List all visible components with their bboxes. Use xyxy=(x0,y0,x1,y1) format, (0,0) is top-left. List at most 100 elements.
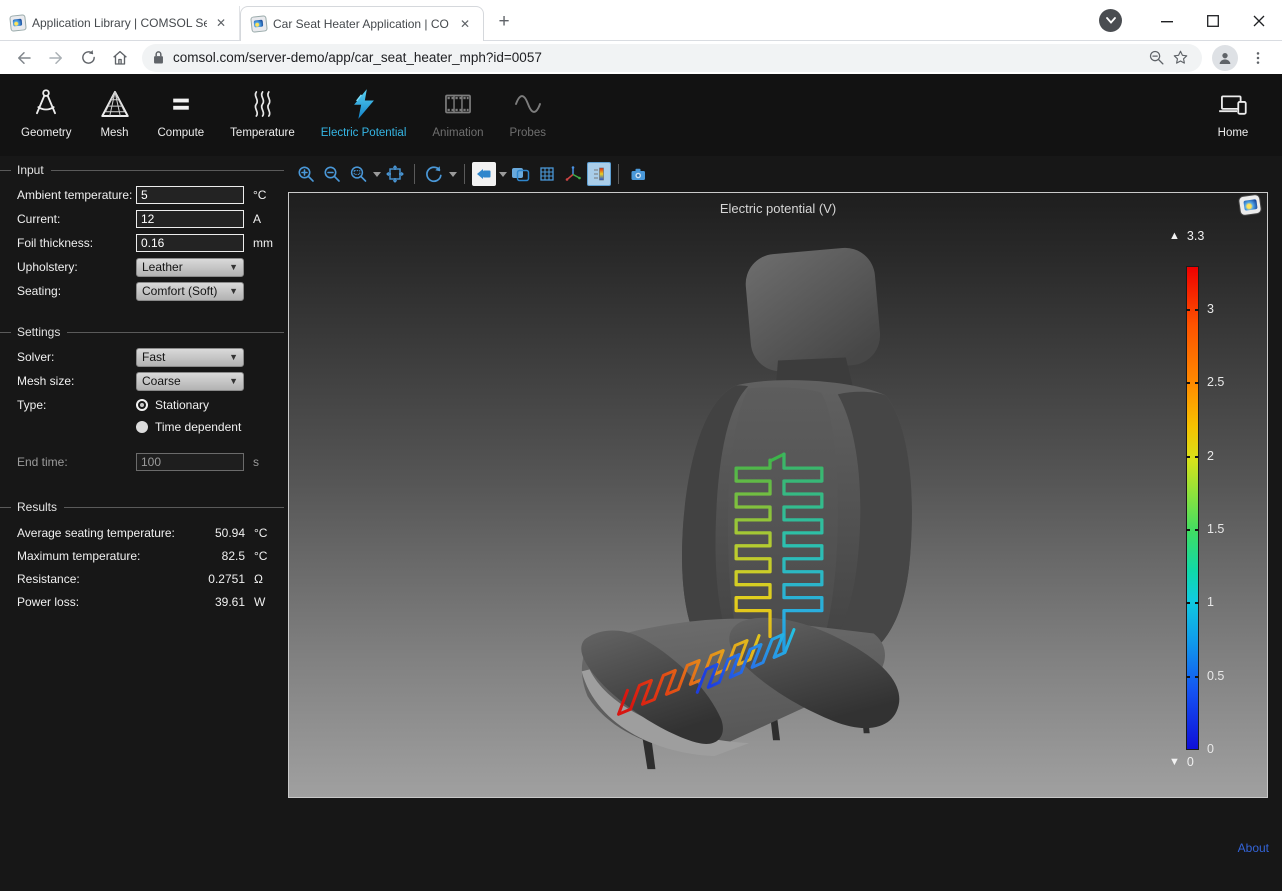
time-dependent-radio-option[interactable]: Time dependent xyxy=(136,420,241,434)
reload-button[interactable] xyxy=(74,44,102,72)
ribbon-compute-button[interactable]: Compute xyxy=(145,83,218,139)
selected-value: Fast xyxy=(142,350,229,364)
radio-unselected-icon xyxy=(136,421,148,433)
current-input[interactable] xyxy=(136,210,244,228)
mesh-size-select[interactable]: Coarse ▼ xyxy=(136,372,244,391)
upholstery-select[interactable]: Leather ▼ xyxy=(136,258,244,277)
stationary-radio-option[interactable]: Stationary xyxy=(136,398,241,412)
rotate-dropdown[interactable] xyxy=(447,162,458,186)
tab-close-icon[interactable]: ✕ xyxy=(213,15,229,31)
result-row-power-loss: Power loss: 39.61 W xyxy=(0,595,288,608)
zoom-in-button[interactable] xyxy=(294,162,318,186)
back-button[interactable] xyxy=(10,44,38,72)
chevron-down-icon: ▼ xyxy=(229,286,238,296)
ribbon-label: Geometry xyxy=(21,127,72,139)
unit-label: °C xyxy=(253,188,279,202)
radio-label: Time dependent xyxy=(155,420,241,434)
browser-toolbar: comsol.com/server-demo/app/car_seat_heat… xyxy=(0,41,1282,74)
ribbon-temperature-button[interactable]: Temperature xyxy=(217,83,308,139)
tab-search-button[interactable] xyxy=(1099,9,1122,32)
section-title: Results xyxy=(17,500,57,514)
ambient-temperature-input[interactable] xyxy=(136,186,244,204)
ribbon-geometry-button[interactable]: Geometry xyxy=(8,83,85,139)
legend-tick-label: 0.5 xyxy=(1207,669,1224,683)
new-tab-button[interactable]: + xyxy=(490,8,518,36)
go-to-default-view-button[interactable] xyxy=(472,162,496,186)
seating-select[interactable]: Comfort (Soft) ▼ xyxy=(136,282,244,301)
browser-home-button[interactable] xyxy=(106,44,134,72)
plot-canvas[interactable]: Electric potential (V) xyxy=(288,192,1268,798)
ribbon-home-button[interactable]: Home xyxy=(1202,83,1264,139)
end-time-row: End time: s xyxy=(0,453,288,471)
ribbon-label: Temperature xyxy=(230,127,295,139)
address-bar[interactable]: comsol.com/server-demo/app/car_seat_heat… xyxy=(142,44,1202,72)
result-row-resistance: Resistance: 0.2751 Ω xyxy=(0,572,288,585)
legend-tick-label: 1 xyxy=(1207,595,1214,609)
field-label: Ambient temperature: xyxy=(17,188,136,202)
parameters-panel: Input Ambient temperature: °C Current: A… xyxy=(0,156,288,891)
zoom-box-button[interactable] xyxy=(346,162,370,186)
upholstery-row: Upholstery: Leather ▼ xyxy=(0,258,288,276)
field-label: Current: xyxy=(17,212,136,226)
tab-title: Car Seat Heater Application | CO xyxy=(273,17,451,31)
chevron-down-icon xyxy=(373,172,381,177)
plot-toolbar xyxy=(288,156,1282,192)
result-value: 50.94 xyxy=(215,526,245,540)
radio-label: Stationary xyxy=(155,398,209,412)
legend-min-marker: ▼ 0 xyxy=(1169,755,1194,769)
grid-button[interactable] xyxy=(535,162,559,186)
field-label: End time: xyxy=(17,455,136,469)
seating-row: Seating: Comfort (Soft) ▼ xyxy=(0,282,288,300)
mesh-size-row: Mesh size: Coarse ▼ xyxy=(0,372,288,390)
tab-close-icon[interactable]: ✕ xyxy=(457,16,473,32)
window-maximize-button[interactable] xyxy=(1190,5,1236,37)
view-dropdown[interactable] xyxy=(497,162,508,186)
maximize-icon xyxy=(1207,15,1219,27)
field-label: Type: xyxy=(17,398,136,412)
forward-arrow-icon xyxy=(47,49,65,67)
result-unit: W xyxy=(254,595,280,609)
legend-tick-label: 0 xyxy=(1207,742,1214,756)
field-label: Foil thickness: xyxy=(17,236,136,250)
browser-tab-car-seat-heater[interactable]: Car Seat Heater Application | CO ✕ xyxy=(240,6,484,41)
profile-avatar-button[interactable] xyxy=(1212,45,1238,71)
close-icon xyxy=(1253,15,1265,27)
ribbon-mesh-button[interactable]: Mesh xyxy=(85,83,145,139)
foil-thickness-input[interactable] xyxy=(136,234,244,252)
forward-button[interactable] xyxy=(42,44,70,72)
bookmark-star-button[interactable] xyxy=(1168,46,1192,70)
window-minimize-button[interactable] xyxy=(1144,5,1190,37)
ribbon-label: Home xyxy=(1218,127,1249,139)
field-label: Upholstery: xyxy=(17,260,136,274)
triangle-down-icon: ▼ xyxy=(1169,756,1180,768)
field-label: Mesh size: xyxy=(17,374,136,388)
ribbon-label: Animation xyxy=(432,127,483,139)
scene-light-button[interactable] xyxy=(509,162,533,186)
zoom-extents-button[interactable] xyxy=(383,162,407,186)
result-unit: °C xyxy=(254,549,280,563)
zoom-box-icon xyxy=(349,165,367,183)
result-value: 82.5 xyxy=(222,549,245,563)
snapshot-button[interactable] xyxy=(626,162,650,186)
radio-selected-icon xyxy=(136,399,148,411)
reload-icon xyxy=(80,49,97,66)
solver-select[interactable]: Fast ▼ xyxy=(136,348,244,367)
zoom-box-dropdown[interactable] xyxy=(371,162,382,186)
zoom-out-button[interactable] xyxy=(320,162,344,186)
zoom-indicator-button[interactable] xyxy=(1144,46,1168,70)
unit-label: s xyxy=(253,455,279,469)
window-close-button[interactable] xyxy=(1236,5,1282,37)
ribbon-electric-potential-button[interactable]: Electric Potential xyxy=(308,83,420,139)
about-link[interactable]: About xyxy=(1238,841,1269,855)
show-axes-button[interactable] xyxy=(561,162,585,186)
result-value: 39.61 xyxy=(215,595,245,609)
result-label: Maximum temperature: xyxy=(17,549,140,563)
rotate-view-button[interactable] xyxy=(422,162,446,186)
browser-menu-button[interactable] xyxy=(1244,44,1272,72)
url-text: comsol.com/server-demo/app/car_seat_heat… xyxy=(173,50,1144,65)
axes-icon xyxy=(564,165,582,183)
browser-tab-application-library[interactable]: Application Library | COMSOL Se ✕ xyxy=(0,6,240,40)
results-section-header: Results xyxy=(0,500,288,514)
color-legend-toggle-button[interactable] xyxy=(587,162,611,186)
ribbon-probes-button: Probes xyxy=(497,83,559,139)
